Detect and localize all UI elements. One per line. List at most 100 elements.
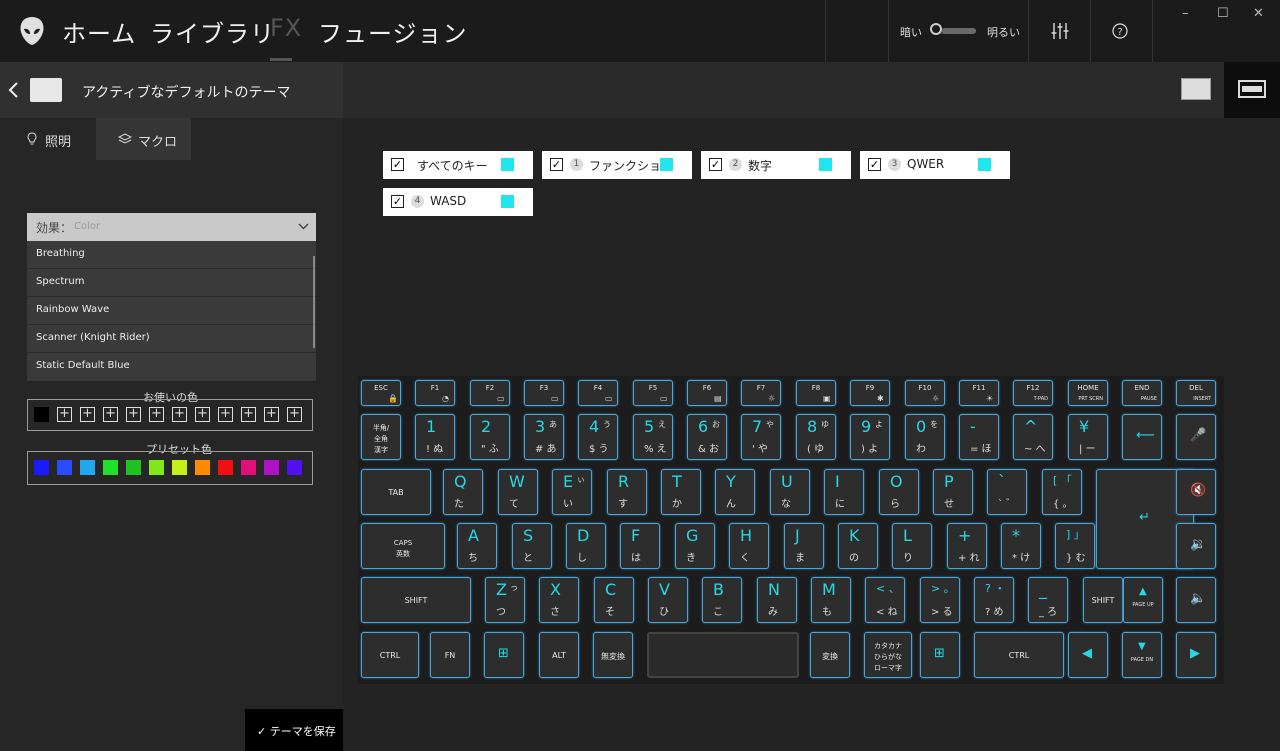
f11-key[interactable]: F11 ☀ bbox=[959, 380, 999, 406]
zone-checkbox[interactable]: ✓ bbox=[391, 158, 404, 171]
zone-color-swatch[interactable] bbox=[819, 158, 832, 171]
key[interactable]: ⊞ bbox=[920, 632, 960, 678]
f3-key[interactable]: F3 ▭ bbox=[524, 380, 564, 406]
key-d[interactable]: Dし bbox=[566, 523, 606, 569]
key[interactable]: ⊞ bbox=[484, 632, 524, 678]
zone-color-swatch[interactable] bbox=[660, 158, 673, 171]
preset-color-swatch[interactable] bbox=[149, 460, 164, 475]
key[interactable]: ⟵ bbox=[1122, 414, 1162, 460]
add-color-icon[interactable]: + bbox=[172, 407, 187, 422]
add-color-icon[interactable]: + bbox=[126, 407, 141, 422]
key-w[interactable]: Wて bbox=[498, 469, 538, 515]
key-p[interactable]: Pせ bbox=[933, 469, 973, 515]
zone-checkbox[interactable]: ✓ bbox=[709, 158, 722, 171]
zone-item[interactable]: ✓ 4 WASD bbox=[383, 188, 533, 216]
alt-key[interactable]: ALT bbox=[539, 632, 579, 678]
key-m[interactable]: Mも bbox=[811, 577, 851, 623]
key-symbol[interactable]: ` ` ゛ bbox=[987, 469, 1027, 515]
key-1[interactable]: 1 ! ぬ bbox=[415, 414, 455, 460]
key-c[interactable]: Cそ bbox=[594, 577, 634, 623]
key[interactable]: HOME PRT SCRN bbox=[1068, 380, 1108, 406]
laptop-view-button[interactable] bbox=[1168, 62, 1224, 118]
key[interactable]: 🔇 bbox=[1176, 469, 1216, 515]
preset-color-swatch[interactable] bbox=[57, 460, 72, 475]
key-y[interactable]: Yん bbox=[715, 469, 755, 515]
key-x[interactable]: Xさ bbox=[539, 577, 579, 623]
key-k[interactable]: Kの bbox=[838, 523, 878, 569]
key[interactable]: CAPS 英数 bbox=[361, 523, 445, 569]
preset-color-swatch[interactable] bbox=[172, 460, 187, 475]
key-4[interactable]: 4 う $ う bbox=[578, 414, 618, 460]
key[interactable]: 半角/ 全角 漢字 bbox=[361, 414, 401, 460]
key-s[interactable]: Sと bbox=[512, 523, 552, 569]
nav-fx[interactable]: FX bbox=[270, 14, 302, 42]
key-h[interactable]: Hく bbox=[729, 523, 769, 569]
key-b[interactable]: Bこ bbox=[702, 577, 742, 623]
f8-key[interactable]: F8 ▣ bbox=[796, 380, 836, 406]
key-symbol[interactable]: + + れ bbox=[947, 523, 987, 569]
nav-library[interactable]: ライブラリ bbox=[150, 14, 275, 49]
key-i[interactable]: Iに bbox=[824, 469, 864, 515]
dropdown-option[interactable]: Spectrum bbox=[27, 269, 316, 297]
tab-lighting[interactable]: 照明 bbox=[0, 118, 96, 160]
zone-color-swatch[interactable] bbox=[978, 158, 991, 171]
add-color-icon[interactable]: + bbox=[103, 407, 118, 422]
key-f[interactable]: Fは bbox=[620, 523, 660, 569]
key[interactable]: 🔉 bbox=[1176, 523, 1216, 569]
keyboard-view-button[interactable] bbox=[1224, 62, 1280, 118]
preset-color-swatch[interactable] bbox=[34, 460, 49, 475]
zone-item[interactable]: ✓ 2 数字 bbox=[701, 151, 851, 179]
dropdown-option[interactable]: Static Default Blue bbox=[27, 353, 316, 380]
key-3[interactable]: 3 あ # あ bbox=[524, 414, 564, 460]
key[interactable]: 🎤 bbox=[1176, 414, 1216, 460]
close-button[interactable]: ✕ bbox=[1253, 6, 1264, 21]
key-symbol[interactable]: > 。 > る bbox=[920, 577, 960, 623]
color-swatch[interactable] bbox=[34, 407, 49, 422]
zone-checkbox[interactable]: ✓ bbox=[868, 158, 881, 171]
key-symbol[interactable]: < 、 < ね bbox=[865, 577, 905, 623]
f1-key[interactable]: F1 ◔ bbox=[415, 380, 455, 406]
f10-key[interactable]: F10 ☼ bbox=[905, 380, 945, 406]
preset-color-swatch[interactable] bbox=[287, 460, 302, 475]
f4-key[interactable]: F4 ▭ bbox=[578, 380, 618, 406]
dropdown-option[interactable]: Scanner (Knight Rider) bbox=[27, 325, 316, 353]
key[interactable]: ▶ bbox=[1176, 632, 1216, 678]
key-symbol[interactable]: - = ほ bbox=[959, 414, 999, 460]
preset-color-swatch[interactable] bbox=[264, 460, 279, 475]
add-color-icon[interactable]: + bbox=[241, 407, 256, 422]
key[interactable]: 🔈 bbox=[1176, 577, 1216, 623]
key[interactable]: 変換 bbox=[810, 632, 850, 678]
key-o[interactable]: Oら bbox=[879, 469, 919, 515]
help-icon[interactable]: ? bbox=[1112, 23, 1128, 39]
ctrl-key[interactable]: CTRL bbox=[361, 632, 419, 678]
ctrl-key[interactable]: CTRL bbox=[974, 632, 1064, 678]
tab-macro[interactable]: マクロ bbox=[96, 118, 191, 160]
save-theme-button[interactable]: ✓ テーマを保存 bbox=[245, 709, 343, 751]
zone-item[interactable]: ✓ すべてのキー bbox=[383, 151, 533, 179]
key-n[interactable]: Nみ bbox=[757, 577, 797, 623]
zone-color-swatch[interactable] bbox=[501, 195, 514, 208]
key[interactable]: ◀ bbox=[1068, 632, 1108, 678]
key[interactable]: END PAUSE bbox=[1122, 380, 1162, 406]
add-color-icon[interactable]: + bbox=[218, 407, 233, 422]
zone-checkbox[interactable]: ✓ bbox=[391, 195, 404, 208]
f5-key[interactable]: F5 ▭ bbox=[633, 380, 673, 406]
key-6[interactable]: 6 お & お bbox=[687, 414, 727, 460]
key-r[interactable]: Rす bbox=[607, 469, 647, 515]
key-a[interactable]: Aち bbox=[457, 523, 497, 569]
f7-key[interactable]: F7 ☼ bbox=[741, 380, 781, 406]
chevron-left-icon[interactable] bbox=[8, 82, 20, 98]
key[interactable]: ▲ PAGE UP bbox=[1123, 577, 1163, 623]
dropdown-scrollbar[interactable] bbox=[313, 256, 315, 348]
key-g[interactable]: Gき bbox=[675, 523, 715, 569]
shift-key[interactable]: SHIFT bbox=[361, 577, 471, 623]
maximize-button[interactable]: ☐ bbox=[1217, 6, 1229, 21]
preset-color-swatch[interactable] bbox=[218, 460, 233, 475]
shift-key[interactable]: SHIFT bbox=[1083, 577, 1123, 623]
key-symbol[interactable]: _ _ ろ bbox=[1028, 577, 1068, 623]
key[interactable]: ▼ PAGE DN bbox=[1122, 632, 1162, 678]
key[interactable]: 無変換 bbox=[593, 632, 633, 678]
preset-color-swatch[interactable] bbox=[195, 460, 210, 475]
key[interactable]: DEL INSERT bbox=[1176, 380, 1216, 406]
nav-fusion[interactable]: フュージョン bbox=[318, 14, 468, 49]
